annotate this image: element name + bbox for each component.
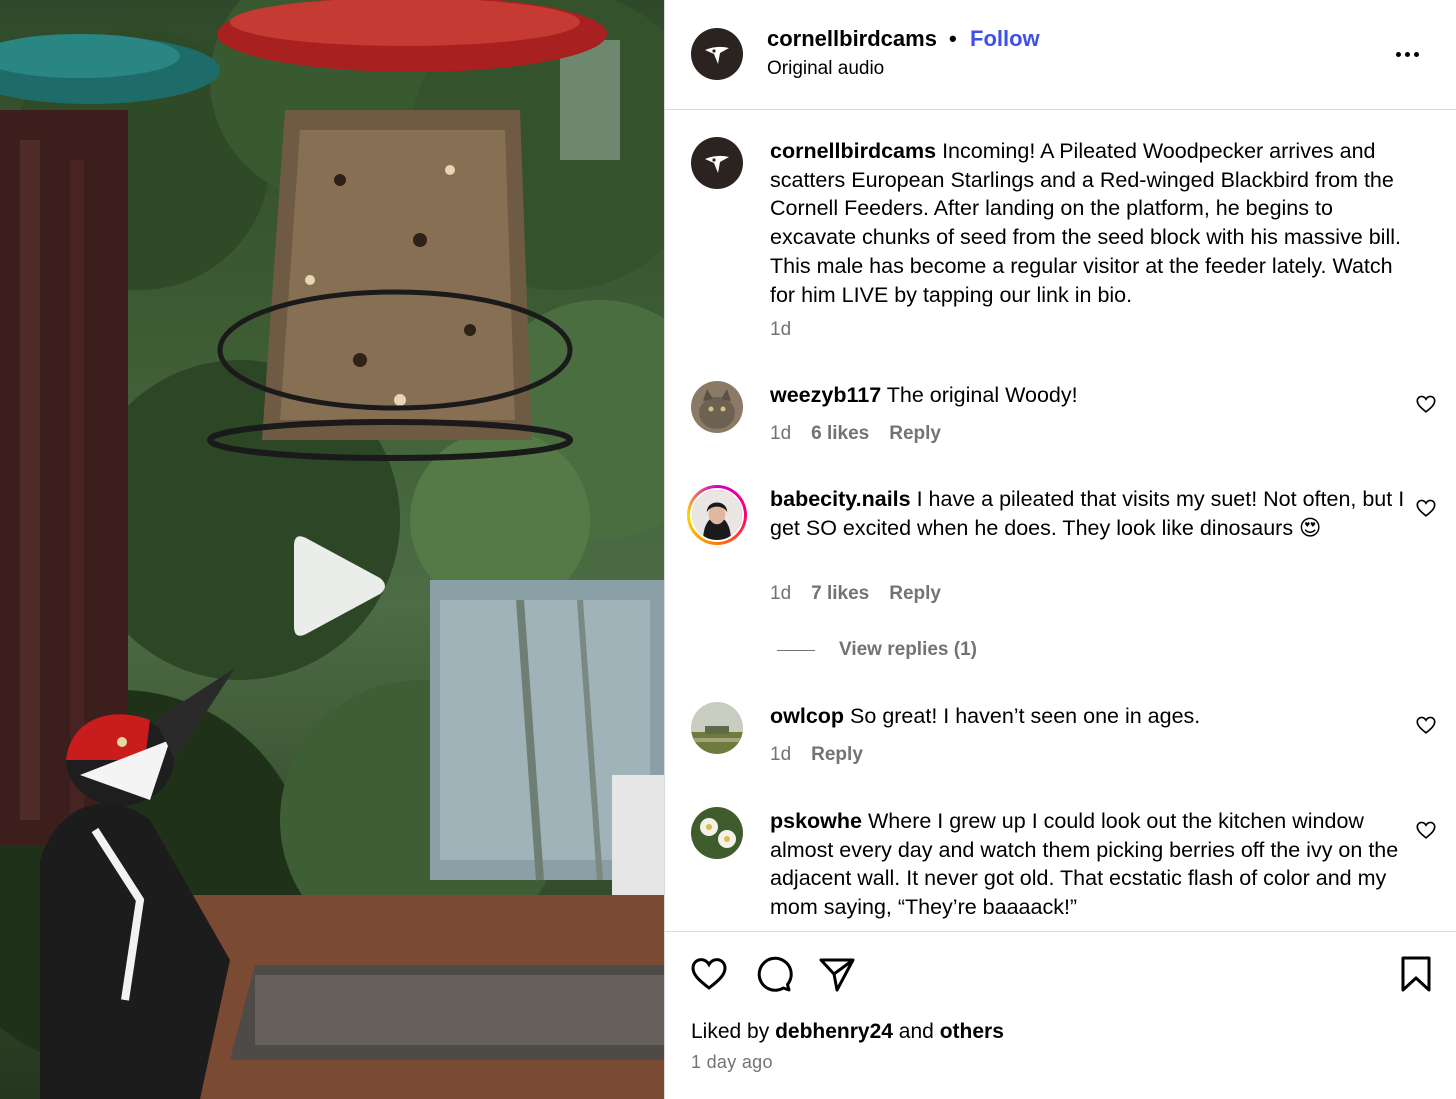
liked-by-text: Liked by debhenry24 and others (691, 1020, 1004, 1044)
liked-and: and (898, 1020, 934, 1043)
caption-username[interactable]: cornellbirdcams (770, 139, 936, 163)
heart-icon[interactable] (1415, 714, 1437, 736)
avatar[interactable] (691, 381, 743, 433)
comment-username[interactable]: owlcop (770, 704, 844, 728)
share-icon[interactable] (817, 954, 857, 994)
flowers-avatar-image (691, 807, 743, 859)
comment-meta: 1d 7 likes Reply (770, 583, 941, 605)
audio-link[interactable]: Original audio (767, 58, 884, 80)
liked-others-link[interactable]: others (940, 1020, 1004, 1043)
play-button[interactable] (286, 532, 390, 640)
avatar[interactable] (691, 807, 743, 859)
post-header: cornellbirdcams • Follow Original audio (665, 0, 1456, 110)
follow-button[interactable]: Follow (970, 26, 1040, 52)
cat-avatar-image (691, 381, 743, 433)
caption-avatar[interactable] (691, 137, 743, 189)
avatar[interactable] (691, 702, 743, 754)
comment-time: 1d (770, 583, 792, 604)
comment-time: 1d (770, 423, 792, 444)
comments-list[interactable]: cornellbirdcams Incoming! A Pileated Woo… (665, 111, 1456, 931)
caption-text: cornellbirdcams Incoming! A Pileated Woo… (770, 137, 1415, 309)
comment-meta: 1d Reply (770, 744, 863, 766)
comment-time: 1d (770, 744, 792, 765)
comment-body: Where I grew up I could look out the kit… (770, 809, 1399, 920)
separator-dot: • (949, 26, 957, 51)
reply-button[interactable]: Reply (889, 583, 941, 605)
liked-prefix: Liked by (691, 1020, 770, 1043)
comment-body: The original Woody! (886, 383, 1078, 407)
view-replies-label: View replies (1) (839, 639, 977, 660)
comment-body: So great! I haven’t seen one in ages. (850, 704, 1201, 728)
play-icon (294, 536, 385, 636)
post-details-panel: cornellbirdcams • Follow Original audio … (665, 0, 1456, 1099)
heart-icon[interactable] (689, 954, 729, 994)
bookmark-icon[interactable] (1396, 954, 1436, 994)
story-avatar[interactable] (687, 485, 747, 545)
hummingbird-logo-icon (705, 46, 729, 64)
comment-username[interactable]: weezyb117 (770, 383, 881, 407)
likes-count[interactable]: 6 likes (811, 423, 869, 445)
comment-username[interactable]: babecity.nails (770, 487, 911, 511)
replies-line (777, 649, 815, 651)
header-username[interactable]: cornellbirdcams (767, 26, 937, 52)
post-timestamp[interactable]: 1 day ago (691, 1052, 773, 1073)
comment-text: owlcop So great! I haven’t seen one in a… (770, 702, 1415, 731)
comment-text: pskowhe Where I grew up I could look out… (770, 807, 1415, 922)
hummingbird-logo-icon (705, 155, 729, 173)
caption-meta: 1d (770, 319, 791, 341)
caption-body: Incoming! A Pileated Woodpecker arrives … (770, 139, 1401, 307)
liked-username[interactable]: debhenry24 (775, 1020, 893, 1043)
heart-icon[interactable] (1415, 497, 1437, 519)
comment-meta: 1d 6 likes Reply (770, 423, 941, 445)
caption-time: 1d (770, 319, 792, 340)
comment-username[interactable]: pskowhe (770, 809, 862, 833)
reply-button[interactable]: Reply (811, 744, 863, 766)
view-replies-button[interactable]: View replies (1) (777, 639, 977, 661)
likes-count[interactable]: 7 likes (811, 583, 869, 605)
comment-icon[interactable] (753, 954, 793, 994)
comment-text: weezyb117 The original Woody! (770, 381, 1415, 410)
person-avatar-image (690, 488, 744, 542)
heart-icon[interactable] (1415, 819, 1437, 841)
comment-text: babecity.nails I have a pileated that vi… (770, 485, 1415, 542)
more-options-button[interactable] (1387, 36, 1427, 72)
profile-avatar[interactable] (691, 28, 743, 80)
reply-button[interactable]: Reply (889, 423, 941, 445)
heart-icon[interactable] (1415, 393, 1437, 415)
video-player[interactable] (0, 0, 664, 1099)
more-options-icon (1395, 51, 1401, 57)
landscape-avatar-image (691, 702, 743, 754)
post-actions-footer: Liked by debhenry24 and others 1 day ago (665, 931, 1456, 1099)
